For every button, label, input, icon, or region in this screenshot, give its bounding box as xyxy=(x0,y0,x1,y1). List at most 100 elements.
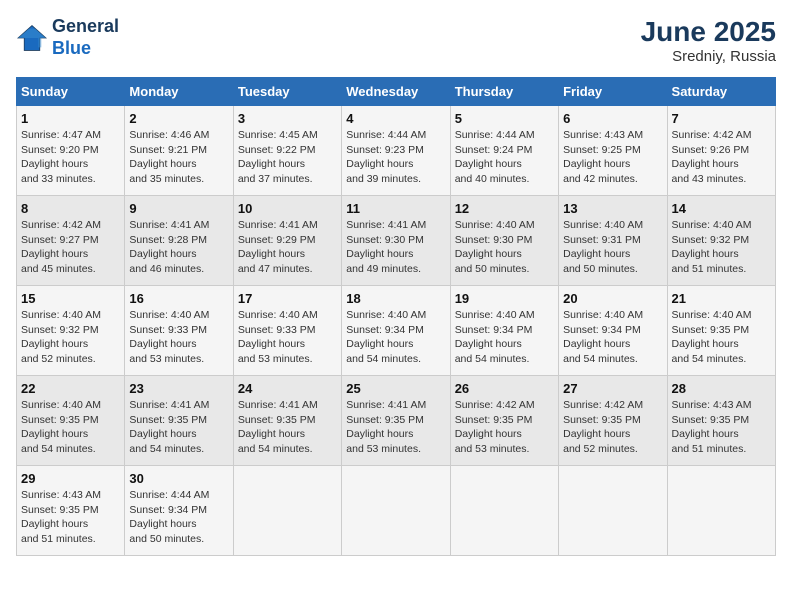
day-info: Sunrise: 4:40 AM Sunset: 9:32 PM Dayligh… xyxy=(21,308,120,367)
calendar-cell xyxy=(342,466,450,556)
calendar-cell: 15 Sunrise: 4:40 AM Sunset: 9:32 PM Dayl… xyxy=(17,286,125,376)
day-number: 15 xyxy=(21,291,120,306)
day-number: 2 xyxy=(129,111,228,126)
calendar-cell xyxy=(559,466,667,556)
calendar-week-2: 8 Sunrise: 4:42 AM Sunset: 9:27 PM Dayli… xyxy=(17,196,776,286)
calendar-cell: 1 Sunrise: 4:47 AM Sunset: 9:20 PM Dayli… xyxy=(17,106,125,196)
day-number: 18 xyxy=(346,291,445,306)
calendar-cell: 30 Sunrise: 4:44 AM Sunset: 9:34 PM Dayl… xyxy=(125,466,233,556)
calendar-cell: 14 Sunrise: 4:40 AM Sunset: 9:32 PM Dayl… xyxy=(667,196,775,286)
day-number: 19 xyxy=(455,291,554,306)
day-number: 5 xyxy=(455,111,554,126)
calendar-cell: 24 Sunrise: 4:41 AM Sunset: 9:35 PM Dayl… xyxy=(233,376,341,466)
day-number: 9 xyxy=(129,201,228,216)
day-number: 8 xyxy=(21,201,120,216)
calendar-cell: 2 Sunrise: 4:46 AM Sunset: 9:21 PM Dayli… xyxy=(125,106,233,196)
day-number: 27 xyxy=(563,381,662,396)
day-number: 25 xyxy=(346,381,445,396)
day-number: 4 xyxy=(346,111,445,126)
col-friday: Friday xyxy=(559,78,667,106)
calendar-cell: 17 Sunrise: 4:40 AM Sunset: 9:33 PM Dayl… xyxy=(233,286,341,376)
day-number: 26 xyxy=(455,381,554,396)
day-number: 28 xyxy=(672,381,771,396)
day-info: Sunrise: 4:41 AM Sunset: 9:35 PM Dayligh… xyxy=(129,398,228,457)
day-info: Sunrise: 4:43 AM Sunset: 9:35 PM Dayligh… xyxy=(672,398,771,457)
calendar-table: Sunday Monday Tuesday Wednesday Thursday… xyxy=(16,77,776,556)
logo: General Blue xyxy=(16,16,119,59)
day-info: Sunrise: 4:43 AM Sunset: 9:25 PM Dayligh… xyxy=(563,128,662,187)
calendar-week-5: 29 Sunrise: 4:43 AM Sunset: 9:35 PM Dayl… xyxy=(17,466,776,556)
day-number: 10 xyxy=(238,201,337,216)
day-number: 12 xyxy=(455,201,554,216)
calendar-cell xyxy=(450,466,558,556)
day-info: Sunrise: 4:40 AM Sunset: 9:34 PM Dayligh… xyxy=(563,308,662,367)
calendar-cell xyxy=(233,466,341,556)
day-info: Sunrise: 4:45 AM Sunset: 9:22 PM Dayligh… xyxy=(238,128,337,187)
day-info: Sunrise: 4:41 AM Sunset: 9:35 PM Dayligh… xyxy=(238,398,337,457)
col-tuesday: Tuesday xyxy=(233,78,341,106)
day-info: Sunrise: 4:40 AM Sunset: 9:33 PM Dayligh… xyxy=(129,308,228,367)
logo-line2: Blue xyxy=(52,38,119,60)
day-number: 29 xyxy=(21,471,120,486)
calendar-cell: 23 Sunrise: 4:41 AM Sunset: 9:35 PM Dayl… xyxy=(125,376,233,466)
day-info: Sunrise: 4:44 AM Sunset: 9:34 PM Dayligh… xyxy=(129,488,228,547)
calendar-cell: 6 Sunrise: 4:43 AM Sunset: 9:25 PM Dayli… xyxy=(559,106,667,196)
calendar-cell: 21 Sunrise: 4:40 AM Sunset: 9:35 PM Dayl… xyxy=(667,286,775,376)
calendar-cell: 28 Sunrise: 4:43 AM Sunset: 9:35 PM Dayl… xyxy=(667,376,775,466)
day-number: 24 xyxy=(238,381,337,396)
title-block: June 2025 Sredniy, Russia xyxy=(641,16,776,65)
day-info: Sunrise: 4:44 AM Sunset: 9:23 PM Dayligh… xyxy=(346,128,445,187)
calendar-cell: 3 Sunrise: 4:45 AM Sunset: 9:22 PM Dayli… xyxy=(233,106,341,196)
day-number: 14 xyxy=(672,201,771,216)
day-info: Sunrise: 4:42 AM Sunset: 9:35 PM Dayligh… xyxy=(455,398,554,457)
calendar-cell: 22 Sunrise: 4:40 AM Sunset: 9:35 PM Dayl… xyxy=(17,376,125,466)
day-info: Sunrise: 4:40 AM Sunset: 9:35 PM Dayligh… xyxy=(21,398,120,457)
col-sunday: Sunday xyxy=(17,78,125,106)
day-info: Sunrise: 4:43 AM Sunset: 9:35 PM Dayligh… xyxy=(21,488,120,547)
day-number: 11 xyxy=(346,201,445,216)
day-info: Sunrise: 4:40 AM Sunset: 9:33 PM Dayligh… xyxy=(238,308,337,367)
day-number: 13 xyxy=(563,201,662,216)
day-info: Sunrise: 4:41 AM Sunset: 9:30 PM Dayligh… xyxy=(346,218,445,277)
day-info: Sunrise: 4:46 AM Sunset: 9:21 PM Dayligh… xyxy=(129,128,228,187)
header-row: Sunday Monday Tuesday Wednesday Thursday… xyxy=(17,78,776,106)
logo-icon xyxy=(16,24,48,52)
calendar-cell: 25 Sunrise: 4:41 AM Sunset: 9:35 PM Dayl… xyxy=(342,376,450,466)
day-number: 23 xyxy=(129,381,228,396)
calendar-cell: 26 Sunrise: 4:42 AM Sunset: 9:35 PM Dayl… xyxy=(450,376,558,466)
calendar-cell: 20 Sunrise: 4:40 AM Sunset: 9:34 PM Dayl… xyxy=(559,286,667,376)
calendar-week-1: 1 Sunrise: 4:47 AM Sunset: 9:20 PM Dayli… xyxy=(17,106,776,196)
calendar-cell: 5 Sunrise: 4:44 AM Sunset: 9:24 PM Dayli… xyxy=(450,106,558,196)
day-info: Sunrise: 4:42 AM Sunset: 9:27 PM Dayligh… xyxy=(21,218,120,277)
day-info: Sunrise: 4:40 AM Sunset: 9:32 PM Dayligh… xyxy=(672,218,771,277)
day-info: Sunrise: 4:44 AM Sunset: 9:24 PM Dayligh… xyxy=(455,128,554,187)
day-number: 30 xyxy=(129,471,228,486)
day-number: 20 xyxy=(563,291,662,306)
day-number: 16 xyxy=(129,291,228,306)
calendar-cell: 11 Sunrise: 4:41 AM Sunset: 9:30 PM Dayl… xyxy=(342,196,450,286)
calendar-cell: 29 Sunrise: 4:43 AM Sunset: 9:35 PM Dayl… xyxy=(17,466,125,556)
calendar-cell: 13 Sunrise: 4:40 AM Sunset: 9:31 PM Dayl… xyxy=(559,196,667,286)
calendar-cell: 18 Sunrise: 4:40 AM Sunset: 9:34 PM Dayl… xyxy=(342,286,450,376)
day-info: Sunrise: 4:47 AM Sunset: 9:20 PM Dayligh… xyxy=(21,128,120,187)
day-info: Sunrise: 4:41 AM Sunset: 9:28 PM Dayligh… xyxy=(129,218,228,277)
calendar-week-4: 22 Sunrise: 4:40 AM Sunset: 9:35 PM Dayl… xyxy=(17,376,776,466)
day-info: Sunrise: 4:42 AM Sunset: 9:26 PM Dayligh… xyxy=(672,128,771,187)
day-info: Sunrise: 4:41 AM Sunset: 9:35 PM Dayligh… xyxy=(346,398,445,457)
col-monday: Monday xyxy=(125,78,233,106)
calendar-cell: 12 Sunrise: 4:40 AM Sunset: 9:30 PM Dayl… xyxy=(450,196,558,286)
page-header: General Blue June 2025 Sredniy, Russia xyxy=(16,16,776,65)
col-wednesday: Wednesday xyxy=(342,78,450,106)
day-number: 17 xyxy=(238,291,337,306)
page-subtitle: Sredniy, Russia xyxy=(641,48,776,65)
day-number: 22 xyxy=(21,381,120,396)
calendar-week-3: 15 Sunrise: 4:40 AM Sunset: 9:32 PM Dayl… xyxy=(17,286,776,376)
page-title: June 2025 xyxy=(641,16,776,48)
calendar-cell: 10 Sunrise: 4:41 AM Sunset: 9:29 PM Dayl… xyxy=(233,196,341,286)
day-info: Sunrise: 4:42 AM Sunset: 9:35 PM Dayligh… xyxy=(563,398,662,457)
day-number: 6 xyxy=(563,111,662,126)
calendar-cell xyxy=(667,466,775,556)
calendar-cell: 7 Sunrise: 4:42 AM Sunset: 9:26 PM Dayli… xyxy=(667,106,775,196)
calendar-cell: 8 Sunrise: 4:42 AM Sunset: 9:27 PM Dayli… xyxy=(17,196,125,286)
col-saturday: Saturday xyxy=(667,78,775,106)
